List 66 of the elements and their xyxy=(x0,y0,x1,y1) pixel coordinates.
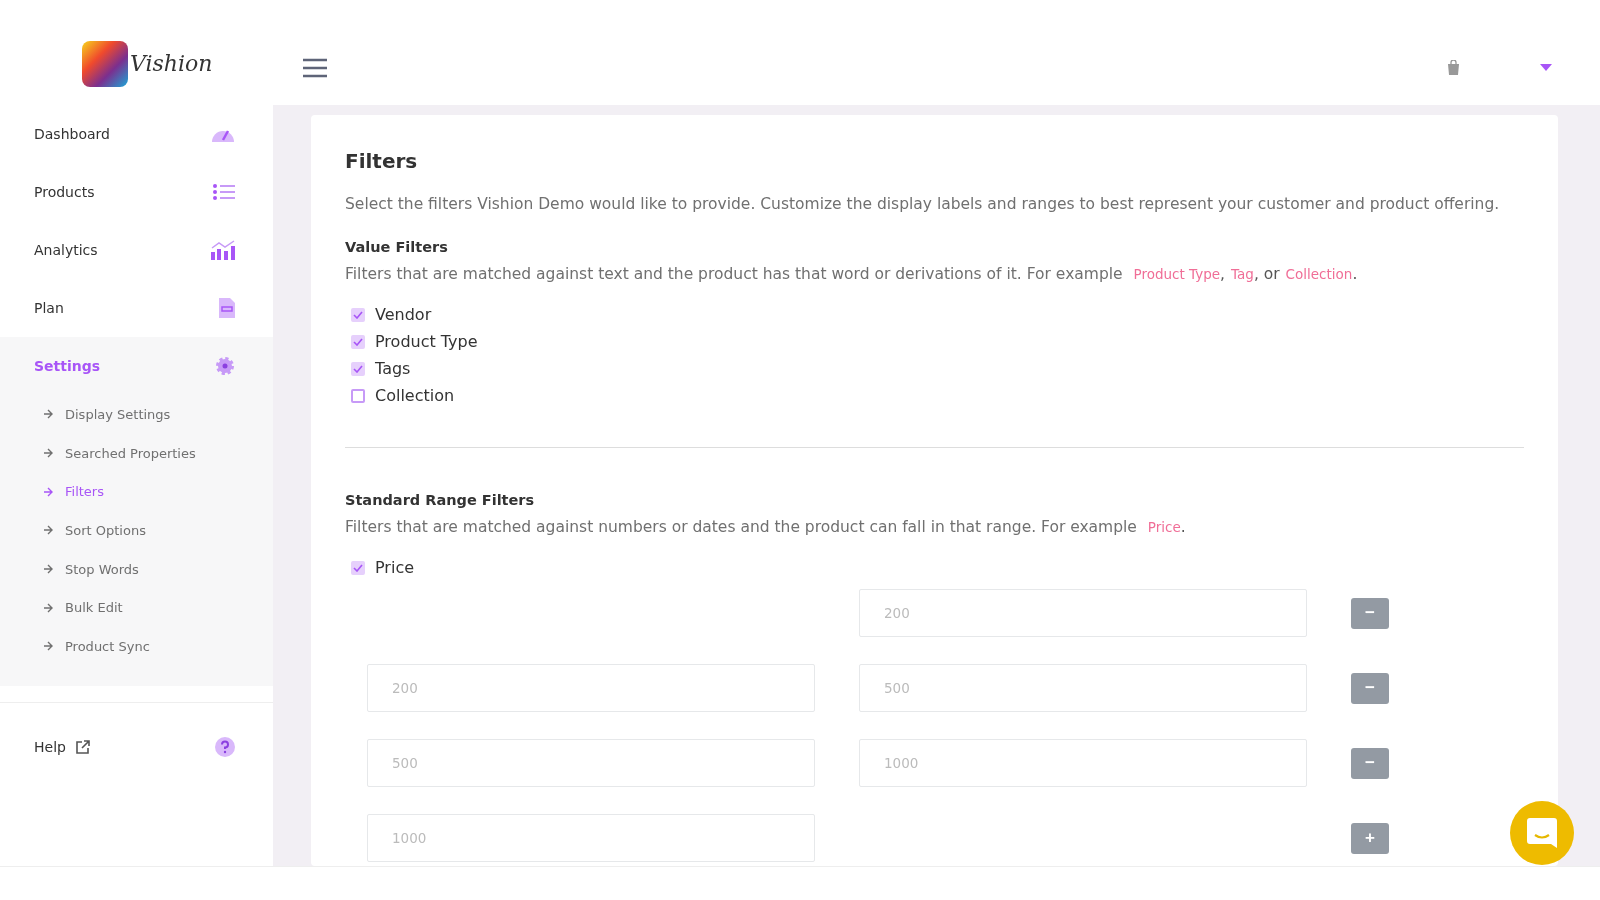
help-link[interactable]: Help xyxy=(34,738,66,755)
range-from-field[interactable]: 200 xyxy=(367,664,815,712)
arrow-right-icon xyxy=(43,641,53,652)
section-heading: Value Filters xyxy=(345,239,449,255)
checkbox[interactable] xyxy=(351,334,365,349)
list-icon xyxy=(213,184,235,200)
logo-wordmark: Vishion xyxy=(130,51,213,76)
sidebar-subitem[interactable]: Display Settings xyxy=(0,395,273,434)
checkbox[interactable] xyxy=(351,361,365,376)
sidebar-subitem[interactable]: Searched Properties xyxy=(0,433,273,473)
example-link[interactable]: Price xyxy=(1147,519,1181,535)
section-description: Filters that are matched against text and the product has that word or derivations of it. For example xyxy=(345,265,1123,283)
sidebar-item[interactable]: Dashboard xyxy=(0,105,273,163)
remove-range-button[interactable]: − xyxy=(1351,672,1389,704)
checkbox-label: Tags xyxy=(375,359,411,378)
caret-down-icon[interactable] xyxy=(1540,64,1552,71)
range-to-field[interactable]: 200 xyxy=(859,589,1307,637)
range-to-field[interactable]: 500 xyxy=(859,664,1307,712)
checkbox[interactable] xyxy=(351,388,365,403)
separator-text: . xyxy=(1352,265,1358,283)
separator-text: . xyxy=(1180,518,1186,536)
separator-text: , or xyxy=(1253,265,1280,283)
document-icon xyxy=(219,298,235,318)
remove-range-button[interactable]: − xyxy=(1351,597,1389,629)
bar-chart-icon xyxy=(211,240,235,260)
arrow-right-icon xyxy=(43,525,53,536)
page-title: Filters xyxy=(345,149,419,173)
arrow-right-icon xyxy=(43,448,53,459)
separator-text: , xyxy=(1220,265,1226,283)
example-link[interactable]: Tag xyxy=(1231,266,1254,282)
range-to-field[interactable]: 1000 xyxy=(859,739,1307,787)
checkbox-label: Vendor xyxy=(375,305,432,324)
example-link[interactable]: Product Type xyxy=(1133,266,1221,282)
sidebar-subitem[interactable]: Sort Options xyxy=(0,511,273,550)
sidebar-subitem[interactable]: Filters xyxy=(0,472,273,512)
checkbox[interactable] xyxy=(351,560,365,575)
range-from-field[interactable]: 1000 xyxy=(367,814,815,862)
external-link-icon xyxy=(75,739,90,754)
arrow-right-icon xyxy=(43,564,53,575)
checkbox-label: Product Type xyxy=(375,332,478,351)
add-range-button[interactable]: + xyxy=(1351,822,1389,854)
section-heading: Standard Range Filters xyxy=(345,492,536,508)
arrow-right-icon xyxy=(43,409,53,420)
logo-icon xyxy=(82,40,128,87)
help-icon xyxy=(215,736,235,757)
sidebar-subitem[interactable]: Product Sync xyxy=(0,627,273,666)
sidebar-item[interactable]: Plan xyxy=(0,279,273,337)
sidebar-subitem[interactable]: Stop Words xyxy=(0,549,273,589)
shopping-bag-icon[interactable] xyxy=(1447,60,1460,75)
chat-bubble-icon xyxy=(1525,816,1559,850)
example-link[interactable]: Collection xyxy=(1285,266,1353,282)
section-description: Filters that are matched against numbers or dates and the product can fall in that range. For example xyxy=(345,518,1137,536)
arrow-right-icon xyxy=(43,602,53,613)
remove-range-button[interactable]: − xyxy=(1351,747,1389,779)
sidebar-item[interactable]: Products xyxy=(0,163,273,221)
sidebar-item[interactable]: Settings xyxy=(0,337,273,395)
sidebar-item[interactable]: Analytics xyxy=(0,221,273,279)
checkbox-label: Price xyxy=(375,558,415,577)
arrow-right-icon xyxy=(43,486,53,497)
checkbox-label: Collection xyxy=(375,386,455,405)
range-from-field[interactable]: 500 xyxy=(367,739,815,787)
sidebar-subitem[interactable]: Bulk Edit xyxy=(0,588,273,628)
menu-icon[interactable] xyxy=(303,57,327,78)
gear-icon xyxy=(215,356,235,376)
checkbox[interactable] xyxy=(351,307,365,322)
page-description: Select the filters Vishion Demo would like to provide. Customize the display labels and ranges to best represent your customer and product offering. xyxy=(345,195,1501,213)
